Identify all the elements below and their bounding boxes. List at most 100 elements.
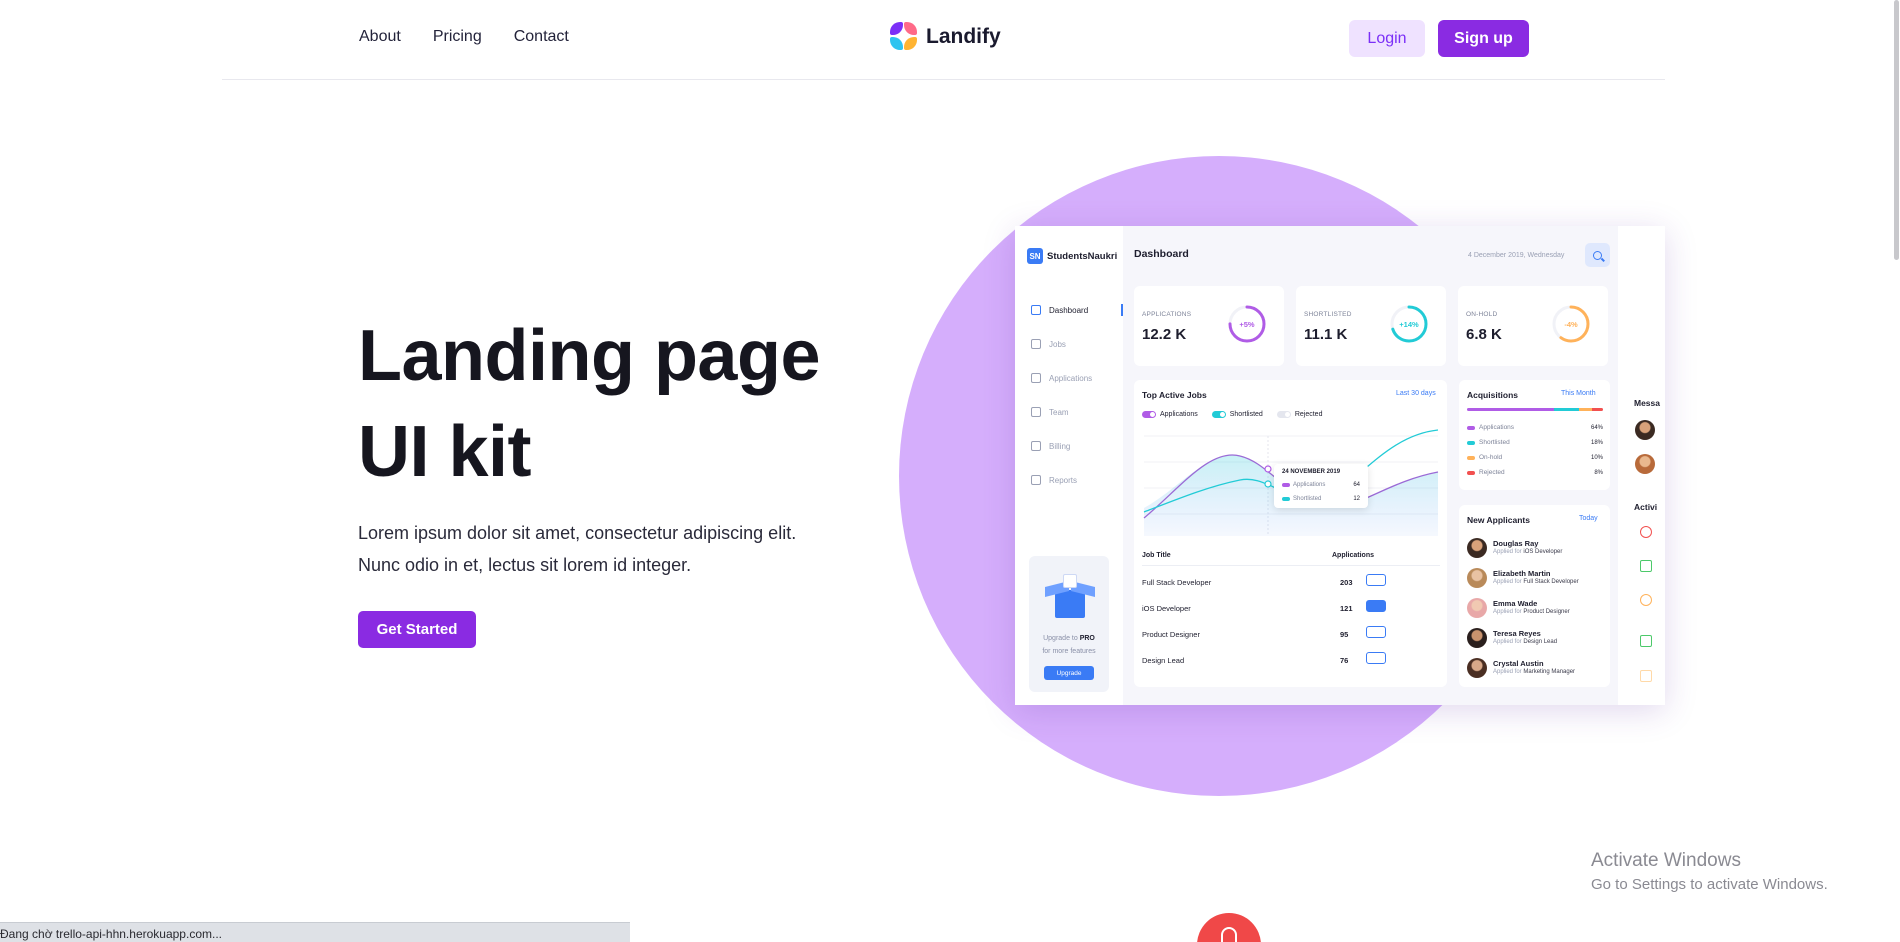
tooltip-value: 64 [1353,482,1360,488]
stat-percent: -4% [1564,319,1578,329]
activity-title: Activi [1634,502,1658,512]
applicant-role: Applied for Full Stack Developer [1493,579,1579,585]
card-title: Acquisitions [1467,390,1519,400]
tooltip-value: 12 [1353,496,1360,502]
dashboard-icon [1031,305,1041,315]
this-month-link[interactable]: This Month [1561,390,1596,397]
stat-card-on-hold: ON-HOLD 6.8 K -4% [1458,286,1608,366]
list-item[interactable]: Douglas Ray Applied for iOS Developer [1467,538,1607,562]
brand-logo[interactable]: Landify [890,22,1001,52]
browser-status-bar: Đang chờ trello-api-hhn.herokuapp.com... [0,922,630,942]
acq-value: 64% [1590,424,1603,431]
chart-toggle-icon[interactable] [1366,652,1386,664]
menu-item-label: Reports [1049,475,1078,485]
table-row[interactable]: Design Lead 76 [1142,648,1440,674]
acq-label: Shortlisted [1479,439,1510,446]
stat-value: 6.8 K [1466,326,1502,343]
list-item[interactable]: Emma Wade Applied for Product Designer [1467,598,1607,622]
menu-item-applications[interactable]: Applications [1031,361,1123,395]
clock-icon [1031,475,1041,485]
hero-desc-line-2: Nunc odio in et, lectus sit lorem id int… [358,555,692,575]
upgrade-button[interactable]: Upgrade [1044,666,1094,680]
clock-icon [1640,594,1652,606]
dashboard-date: 4 December 2019, Wednesday [1468,252,1565,259]
nav-link-about[interactable]: About [359,28,401,46]
dashboard-brand: SN StudentsNaukri [1027,248,1117,264]
legend-label: Applications [1160,411,1198,418]
table-row[interactable]: iOS Developer 121 [1142,596,1440,622]
avatar[interactable] [1635,420,1655,440]
list-item[interactable]: Teresa Reyes Applied for Design Lead [1467,628,1607,652]
document-icon [1640,670,1652,682]
applicant-name: Emma Wade [1493,599,1538,608]
menu-item-label: Jobs [1049,339,1066,349]
menu-item-label: Applications [1049,373,1093,383]
legend-rejected[interactable]: Rejected [1276,411,1322,418]
acquisitions-bar [1467,408,1603,411]
menu-item-dashboard[interactable]: Dashboard [1031,293,1123,327]
floating-action-button[interactable] [1197,913,1261,942]
messages-title: Messa [1634,398,1660,408]
acq-label: On-hold [1479,454,1503,461]
table-row[interactable]: Product Designer 95 [1142,622,1440,648]
acq-value: 10% [1590,454,1603,461]
tooltip-row-applications: Applications 64 [1282,482,1360,488]
legend-shortlisted[interactable]: Shortlisted [1211,411,1263,418]
legend-label: Shortlisted [1229,411,1263,418]
job-title: Full Stack Developer [1142,578,1212,587]
chart-tooltip: 24 NOVEMBER 2019 Applications 64 Shortlis… [1274,464,1368,508]
card-title: New Applicants [1467,515,1530,525]
signup-button[interactable]: Sign up [1438,20,1529,57]
job-title: Design Lead [1142,656,1185,665]
upgrade-line-2: for more features [1042,648,1096,655]
login-button[interactable]: Login [1349,20,1425,57]
menu-item-label: Team [1049,407,1069,417]
menu-item-billing[interactable]: Billing [1031,429,1123,463]
chart-toggle-icon[interactable] [1366,600,1386,612]
page-scrollbar[interactable] [1894,0,1899,260]
acq-label: Applications [1479,424,1515,431]
dashboard-title: Dashboard [1134,248,1189,260]
chart-toggle-icon[interactable] [1366,626,1386,638]
toggle-icon [1276,411,1291,418]
arrow-up-icon [1221,927,1237,942]
dashboard-search-button[interactable] [1585,243,1610,267]
acq-bar-segment [1467,408,1555,411]
applicant-name: Crystal Austin [1493,659,1544,668]
jobs-table-header: Job Title Applications [1142,552,1440,566]
landify-logo-icon [890,22,918,52]
acq-bar-segment [1592,408,1603,411]
stat-percent: +5% [1239,319,1255,329]
avatar[interactable] [1635,454,1655,474]
menu-item-team[interactable]: Team [1031,395,1123,429]
applications-point [1264,465,1272,473]
chart-legend: Applications Shortlisted Rejected [1142,411,1322,418]
get-started-button[interactable]: Get Started [358,611,476,648]
dashboard-mockup: SN StudentsNaukri Dashboard Jobs Applica… [1015,226,1665,705]
list-item[interactable]: Crystal Austin Applied for Marketing Mana… [1467,658,1607,682]
last-30-days-link[interactable]: Last 30 days [1396,390,1436,397]
windows-activation-watermark: Activate Windows Go to Settings to activ… [1591,850,1828,893]
nav-link-contact[interactable]: Contact [514,28,569,46]
legend-applications[interactable]: Applications [1142,411,1198,418]
job-count: 95 [1340,630,1349,639]
stat-value: 12.2 K [1142,326,1187,343]
brand-badge-icon: SN [1027,248,1043,264]
gift-box-icon [1043,568,1097,620]
job-count: 203 [1340,578,1353,587]
acq-label: Rejected [1479,469,1505,476]
menu-item-reports[interactable]: Reports [1031,463,1123,497]
list-item[interactable]: Elizabeth Martin Applied for Full Stack D… [1467,568,1607,592]
hero-description: Lorem ipsum dolor sit amet, consectetur … [358,517,878,581]
brand-name: Landify [926,25,1001,48]
landing-page: About Pricing Contact Landify Login Sign… [0,0,1900,942]
nav-link-pricing[interactable]: Pricing [433,28,482,46]
upgrade-card: Upgrade to PRO for more features Upgrade [1029,556,1109,692]
alert-icon [1640,526,1652,538]
chart-toggle-icon[interactable] [1366,574,1386,586]
stat-label: APPLICATIONS [1142,311,1192,318]
today-link[interactable]: Today [1579,515,1598,522]
table-row[interactable]: Full Stack Developer 203 [1142,570,1440,596]
menu-item-jobs[interactable]: Jobs [1031,327,1123,361]
upgrade-prefix: Upgrade to [1043,635,1080,642]
